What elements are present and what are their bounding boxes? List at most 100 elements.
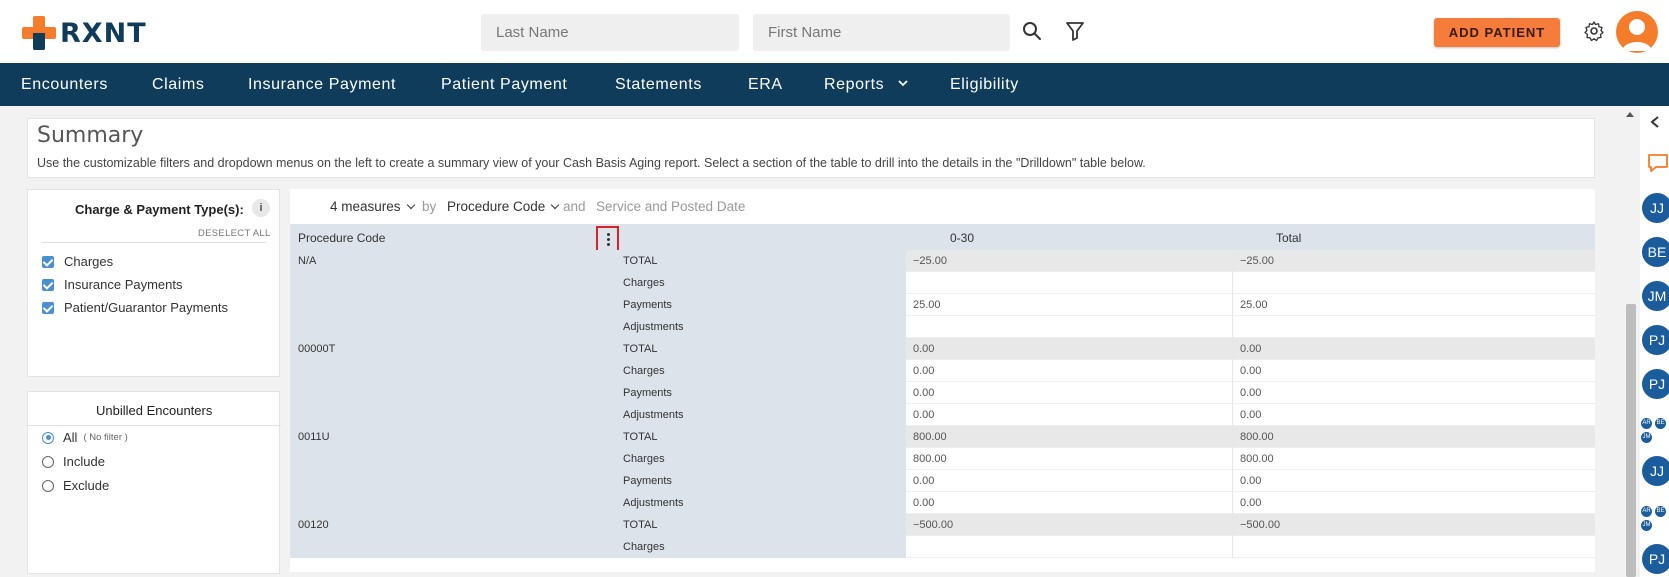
filter-icon[interactable] — [1064, 20, 1086, 42]
measure-label[interactable]: Adjustments — [623, 497, 684, 509]
measure-label[interactable]: TOTAL — [623, 519, 657, 531]
nav-encounters[interactable]: Encounters — [21, 76, 108, 94]
rail-mini-avatar[interactable]: BE — [1655, 418, 1666, 429]
cell-0-30[interactable]: −25.00 — [906, 250, 1232, 272]
info-icon[interactable]: i — [252, 199, 270, 217]
scroll-up-arrow-icon[interactable] — [1625, 110, 1635, 118]
rxnt-logo[interactable]: RXNT — [22, 16, 147, 50]
table-row[interactable]: Adjustments 0.00 0.00 — [290, 492, 1595, 514]
table-row[interactable]: Payments 0.00 0.00 — [290, 470, 1595, 492]
cell-total[interactable]: 0.00 — [1232, 492, 1595, 514]
measure-label[interactable]: Adjustments — [623, 409, 684, 421]
rail-mini-avatar[interactable]: JM — [1641, 432, 1652, 443]
row-header-cell[interactable]: Payments — [290, 382, 906, 404]
cell-0-30[interactable] — [906, 536, 1232, 558]
measure-label[interactable]: Charges — [623, 541, 665, 553]
rail-user-avatar[interactable]: BE — [1642, 237, 1669, 267]
cell-0-30[interactable]: −500.00 — [906, 514, 1232, 536]
table-row[interactable]: 0011U TOTAL 800.00 800.00 — [290, 426, 1595, 448]
nav-claims[interactable]: Claims — [152, 76, 205, 94]
unbilled-include-radio[interactable]: Include — [42, 454, 105, 469]
cell-0-30[interactable] — [906, 316, 1232, 338]
row-header-cell[interactable]: Adjustments — [290, 316, 906, 338]
chevron-left-icon[interactable] — [1649, 115, 1661, 129]
row-header-cell[interactable]: 00000T TOTAL — [290, 338, 906, 360]
procedure-code[interactable]: 00000T — [298, 343, 335, 355]
measure-label[interactable]: Payments — [623, 387, 672, 399]
nav-eligibility[interactable]: Eligibility — [950, 76, 1019, 94]
measure-label[interactable]: Payments — [623, 299, 672, 311]
cell-total[interactable] — [1232, 316, 1595, 338]
procedure-code[interactable]: 0011U — [298, 431, 330, 443]
column-header-total[interactable]: Total — [1276, 231, 1301, 245]
cell-0-30[interactable]: 0.00 — [906, 404, 1232, 426]
measure-label[interactable]: Charges — [623, 365, 665, 377]
cell-total[interactable]: 0.00 — [1232, 404, 1595, 426]
measure-label[interactable]: TOTAL — [623, 343, 657, 355]
chat-icon[interactable] — [1647, 153, 1669, 173]
cell-0-30[interactable]: 0.00 — [906, 338, 1232, 360]
row-header-cell[interactable]: Payments — [290, 470, 906, 492]
insurance-payments-checkbox[interactable]: Insurance Payments — [42, 277, 183, 292]
cell-total[interactable]: 25.00 — [1232, 294, 1595, 316]
cell-0-30[interactable]: 800.00 — [906, 448, 1232, 470]
search-icon[interactable] — [1021, 20, 1043, 42]
cell-total[interactable]: 800.00 — [1232, 426, 1595, 448]
measure-label[interactable]: Charges — [623, 453, 665, 465]
unbilled-exclude-radio[interactable]: Exclude — [42, 478, 109, 493]
scrollbar-thumb[interactable] — [1626, 304, 1636, 577]
rail-user-avatar[interactable]: PJ — [1642, 369, 1669, 399]
kebab-menu-icon[interactable] — [596, 226, 619, 252]
row-header-cell[interactable]: Adjustments — [290, 404, 906, 426]
table-row[interactable]: Charges 0.00 0.00 — [290, 360, 1595, 382]
table-row[interactable]: N/A TOTAL −25.00 −25.00 — [290, 250, 1595, 272]
cell-total[interactable]: 0.00 — [1232, 470, 1595, 492]
rail-user-avatar[interactable]: JM — [1642, 281, 1669, 311]
nav-statements[interactable]: Statements — [615, 76, 702, 94]
user-avatar[interactable] — [1616, 11, 1658, 53]
table-row[interactable]: Payments 0.00 0.00 — [290, 382, 1595, 404]
rail-mini-avatar[interactable]: JM — [1641, 520, 1652, 531]
rail-mini-avatar[interactable]: AR — [1641, 418, 1652, 429]
add-patient-button[interactable]: ADD PATIENT — [1434, 18, 1560, 47]
nav-era[interactable]: ERA — [748, 76, 783, 94]
row-header-cell[interactable]: 00120 TOTAL — [290, 514, 906, 536]
row-header-cell[interactable]: Charges — [290, 272, 906, 294]
unbilled-all-radio[interactable]: All ( No filter ) — [42, 430, 128, 445]
deselect-all-link[interactable]: DESELECT ALL — [198, 228, 271, 239]
measure-label[interactable]: TOTAL — [623, 255, 657, 267]
cell-total[interactable]: −500.00 — [1232, 514, 1595, 536]
rail-mini-avatar[interactable]: AR — [1641, 506, 1652, 517]
rail-mini-avatar[interactable]: BE — [1655, 506, 1666, 517]
cell-total[interactable]: −25.00 — [1232, 250, 1595, 272]
nav-reports[interactable]: Reports — [824, 76, 909, 94]
row-header-cell[interactable]: N/A TOTAL — [290, 250, 906, 272]
first-name-input[interactable] — [753, 14, 1010, 51]
cell-0-30[interactable]: 0.00 — [906, 470, 1232, 492]
cell-total[interactable] — [1232, 272, 1595, 294]
measure-label[interactable]: Payments — [623, 475, 672, 487]
table-row[interactable]: 00000T TOTAL 0.00 0.00 — [290, 338, 1595, 360]
column-header-procedure-code[interactable]: Procedure Code — [298, 231, 385, 245]
row-header-cell[interactable]: Charges — [290, 360, 906, 382]
rail-user-avatar[interactable]: PJ — [1642, 544, 1669, 574]
last-name-input[interactable] — [481, 14, 739, 51]
nav-insurance-payment[interactable]: Insurance Payment — [248, 76, 396, 94]
procedure-code[interactable]: N/A — [298, 255, 316, 267]
cell-0-30[interactable]: 800.00 — [906, 426, 1232, 448]
charges-checkbox[interactable]: Charges — [42, 254, 113, 269]
cell-0-30[interactable]: 0.00 — [906, 492, 1232, 514]
row-header-cell[interactable]: Adjustments — [290, 492, 906, 514]
cell-0-30[interactable] — [906, 272, 1232, 294]
row-header-cell[interactable]: 0011U TOTAL — [290, 426, 906, 448]
table-row[interactable]: Charges — [290, 272, 1595, 294]
cell-total[interactable]: 800.00 — [1232, 448, 1595, 470]
column-header-0-30[interactable]: 0-30 — [950, 231, 974, 245]
cell-total[interactable] — [1232, 536, 1595, 558]
cell-total[interactable]: 0.00 — [1232, 338, 1595, 360]
secondary-group-label[interactable]: Service and Posted Date — [596, 199, 745, 214]
cell-0-30[interactable]: 0.00 — [906, 360, 1232, 382]
table-row[interactable]: Payments 25.00 25.00 — [290, 294, 1595, 316]
measure-label[interactable]: Charges — [623, 277, 665, 289]
measure-label[interactable]: TOTAL — [623, 431, 657, 443]
